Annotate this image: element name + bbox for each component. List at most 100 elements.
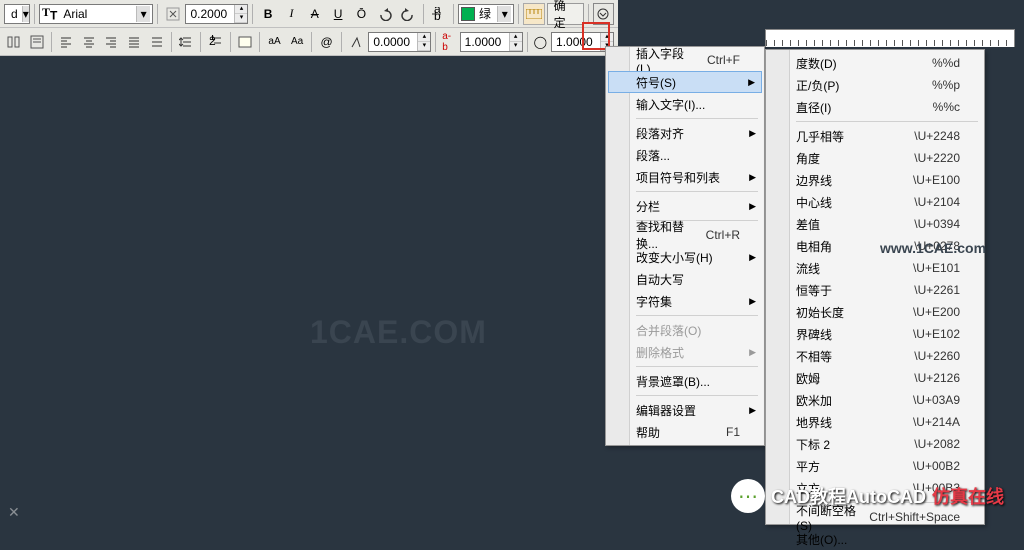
menu-item[interactable]: 自动大写	[608, 268, 762, 290]
menu-item[interactable]: 下标 2\U+2082	[768, 433, 982, 455]
submenu-arrow-icon: ▶	[749, 128, 756, 139]
menu-item-label: 下标 2	[796, 436, 830, 453]
lowercase-button[interactable]: Aa	[287, 31, 308, 53]
font-dropdown[interactable]: TT Arial ▾	[39, 4, 153, 24]
columns-button[interactable]	[4, 31, 25, 53]
menu-item[interactable]: 插入字段(L)...Ctrl+F	[608, 49, 762, 71]
toolbar-row-1: d ▾ TT Arial ▾ ▴▾ B I A U Ō ab	[0, 0, 618, 28]
menu-item[interactable]: 段落对齐▶	[608, 122, 762, 144]
oblique-angle-icon[interactable]	[346, 31, 367, 53]
align-right-button[interactable]	[101, 31, 122, 53]
color-dropdown[interactable]: 绿 ▾	[458, 4, 514, 24]
menu-shortcut: F1	[726, 425, 740, 439]
ok-button[interactable]: 确定	[547, 3, 584, 25]
menu-shortcut: \U+2260	[914, 349, 960, 363]
menu-item[interactable]: 改变大小写(H)▶	[608, 246, 762, 268]
menu-item[interactable]: 中心线\U+2104	[768, 191, 982, 213]
menu-item[interactable]: 其他(O)...	[768, 528, 982, 550]
justify-button[interactable]	[124, 31, 145, 53]
menu-item[interactable]: 边界线\U+E100	[768, 169, 982, 191]
text-ruler[interactable]	[765, 29, 1015, 47]
numbering-button[interactable]: 12	[205, 31, 226, 53]
bold-button[interactable]: B	[257, 3, 278, 25]
italic-button[interactable]: I	[281, 3, 302, 25]
linespacing-button[interactable]	[176, 31, 197, 53]
menu-item: 删除格式▶	[608, 341, 762, 363]
align-center-button[interactable]	[79, 31, 100, 53]
menu-item[interactable]: 背景遮罩(B)...	[608, 370, 762, 392]
close-x[interactable]: ✕	[8, 504, 20, 521]
menu-item[interactable]: 地界线 \U+214A	[768, 411, 982, 433]
drawing-canvas[interactable]: 1CAE.COM ✕	[0, 56, 618, 531]
menu-item[interactable]: 恒等于\U+2261	[768, 279, 982, 301]
submenu-arrow-icon: ▶	[749, 252, 756, 263]
strikethrough-button[interactable]: A	[304, 3, 325, 25]
menu-item-label: 分栏	[636, 198, 660, 215]
separator	[341, 32, 342, 52]
menu-shortcut: \U+2126	[914, 371, 960, 385]
undo-button[interactable]	[374, 3, 395, 25]
oblique-input[interactable]: ▴▾	[368, 32, 431, 52]
stack-button[interactable]: ab	[428, 3, 449, 25]
submenu-arrow-icon: ▶	[749, 201, 756, 212]
menu-shortcut: \U+E100	[913, 173, 960, 187]
menu-shortcut: \U+2104	[914, 195, 960, 209]
menu-item[interactable]: 流线\U+E101	[768, 257, 982, 279]
style-dropdown[interactable]: d ▾	[4, 4, 30, 24]
menu-item[interactable]: 正/负(P)%%p	[768, 74, 982, 96]
menu-item-label: 地界线	[796, 414, 832, 431]
menu-shortcut: Ctrl+F	[707, 53, 740, 67]
menu-item[interactable]: 平方\U+00B2	[768, 455, 982, 477]
menu-item[interactable]: 编辑器设置▶	[608, 399, 762, 421]
separator	[453, 4, 454, 24]
menu-item[interactable]: 欧米加\U+03A9	[768, 389, 982, 411]
align-left-button[interactable]	[56, 31, 77, 53]
underline-button[interactable]: U	[327, 3, 348, 25]
menu-item[interactable]: 差值\U+0394	[768, 213, 982, 235]
menu-shortcut: \U+2248	[914, 129, 960, 143]
menu-item-label: 几乎相等	[796, 128, 844, 145]
menu-item[interactable]: 不相等\U+2260	[768, 345, 982, 367]
symbol-button[interactable]: @	[316, 31, 337, 53]
menu-item[interactable]: 项目符号和列表▶	[608, 166, 762, 188]
font-icon: TT	[42, 5, 57, 22]
footer-text-2: 仿真在线	[932, 483, 1004, 509]
menu-item[interactable]: 度数(D)%%d	[768, 52, 982, 74]
menu-item[interactable]: 查找和替换...Ctrl+R	[608, 224, 762, 246]
menu-item[interactable]: 界碑线\U+E102	[768, 323, 982, 345]
menu-shortcut: \U+E200	[913, 305, 960, 319]
menu-item[interactable]: 直径(I)%%c	[768, 96, 982, 118]
tracking-input[interactable]: ▴▾	[460, 32, 523, 52]
separator	[518, 4, 519, 24]
menu-item[interactable]: 符号(S)▶	[608, 71, 762, 93]
wechat-icon: ⋯	[731, 479, 765, 513]
menu-shortcut: Ctrl+R	[706, 228, 740, 242]
menu-item[interactable]: 分栏 ▶	[608, 195, 762, 217]
options-button[interactable]	[593, 3, 614, 25]
redo-button[interactable]	[397, 3, 418, 25]
mtext-icon[interactable]	[27, 31, 48, 53]
svg-text:2: 2	[209, 35, 216, 48]
menu-separator	[636, 315, 758, 316]
menu-item[interactable]: 字符集▶	[608, 290, 762, 312]
menu-item[interactable]: 输入文字(I)...	[608, 93, 762, 115]
menu-item[interactable]: 帮助F1	[608, 421, 762, 443]
menu-item[interactable]: 初始长度\U+E200	[768, 301, 982, 323]
menu-item[interactable]: 角度\U+2220	[768, 147, 982, 169]
text-height-input[interactable]: ▴▾	[185, 4, 248, 24]
spin-up-icon[interactable]: ▴	[235, 5, 247, 14]
menu-separator	[636, 395, 758, 396]
overline-button[interactable]: Ō	[351, 3, 372, 25]
insert-field-button[interactable]	[235, 31, 256, 53]
ruler-button[interactable]	[523, 3, 544, 25]
footer-text-1: CAD教程AutoCAD	[771, 483, 926, 509]
menu-item[interactable]: 段落...	[608, 144, 762, 166]
menu-separator	[636, 118, 758, 119]
menu-item[interactable]: 欧姆\U+2126	[768, 367, 982, 389]
distribute-button[interactable]	[146, 31, 167, 53]
uppercase-button[interactable]: aA	[264, 31, 285, 53]
annotation-icon[interactable]	[162, 3, 183, 25]
menu-shortcut: \U+214A	[913, 415, 960, 429]
menu-item[interactable]: 几乎相等 \U+2248	[768, 125, 982, 147]
spin-down-icon[interactable]: ▾	[235, 14, 247, 23]
